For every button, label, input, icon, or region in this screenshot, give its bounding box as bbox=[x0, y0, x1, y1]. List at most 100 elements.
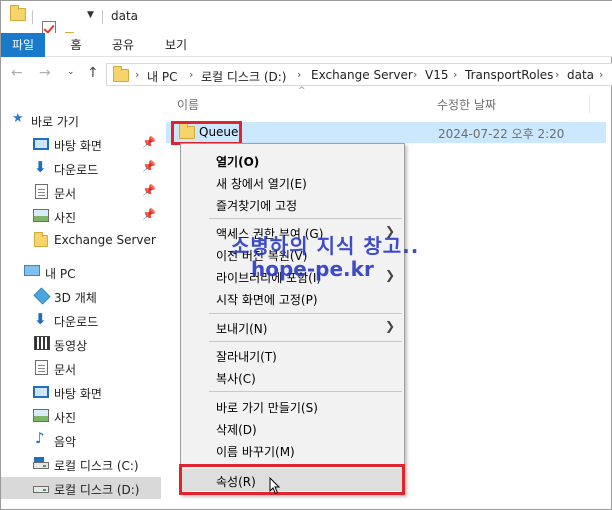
sidebar-item-label: 동영상 bbox=[54, 339, 88, 353]
file-date-modified: 2024-07-22 오후 2:20 bbox=[438, 127, 565, 141]
menu-item-label: 복사(C) bbox=[216, 372, 256, 386]
breadcrumb-v15[interactable]: V15 bbox=[425, 68, 448, 82]
column-header-date-modified[interactable]: 수정한 날짜 bbox=[437, 96, 496, 113]
sidebar-item-label: 로컬 디스크 (D:) bbox=[54, 483, 140, 497]
tab-view[interactable]: 보기 bbox=[161, 33, 191, 57]
sidebar-item-drive-d[interactable]: 로컬 디스크 (D:) bbox=[1, 477, 161, 499]
window-title: data bbox=[111, 9, 139, 23]
menu-separator bbox=[209, 313, 402, 314]
pin-icon[interactable]: 📌 bbox=[142, 184, 156, 197]
sidebar-item-label: 내 PC bbox=[45, 267, 76, 281]
menu-item-delete[interactable]: 삭제(D) bbox=[181, 417, 404, 439]
pictures-icon bbox=[33, 209, 49, 222]
menu-item-rename[interactable]: 이름 바꾸기(M) bbox=[181, 439, 404, 461]
chevron-right-icon[interactable]: › bbox=[413, 68, 417, 81]
menu-item-open-new-window[interactable]: 새 창에서 열기(E) bbox=[181, 171, 404, 193]
quick-access-toolbar-dropdown-icon[interactable]: ▼ bbox=[87, 10, 94, 20]
tab-file[interactable]: 파일 bbox=[1, 33, 45, 57]
chevron-right-icon[interactable]: › bbox=[297, 68, 301, 81]
column-header-name[interactable]: 이름 bbox=[177, 96, 199, 113]
sidebar-item-music[interactable]: ♪ 음악 bbox=[1, 429, 161, 451]
computer-icon bbox=[24, 265, 40, 276]
menu-item-label: 즐겨찾기에 고정 bbox=[216, 199, 298, 213]
column-divider[interactable] bbox=[589, 95, 590, 113]
forward-arrow-icon[interactable]: → bbox=[39, 65, 51, 81]
breadcrumb-drive-d[interactable]: 로컬 디스크 (D:) bbox=[201, 68, 286, 85]
tab-home[interactable]: 홈 bbox=[63, 33, 89, 57]
pin-icon[interactable]: 📌 bbox=[142, 208, 156, 221]
address-bar[interactable]: › 내 PC › 로컬 디스크 (D:) › Exchange Server ›… bbox=[106, 63, 612, 86]
drive-icon bbox=[33, 462, 49, 469]
watermark-url: hope-pe.kr bbox=[251, 257, 374, 281]
sidebar-item-desktop[interactable]: 바탕 화면 📌 bbox=[1, 133, 161, 155]
sidebar-item-drive-c[interactable]: 로컬 디스크 (C:) bbox=[1, 453, 161, 475]
breadcrumb-data[interactable]: data bbox=[567, 68, 594, 82]
sidebar-item-quick-access[interactable]: ★ 바로 가기 bbox=[1, 109, 161, 131]
highlight-box bbox=[179, 464, 405, 495]
sidebar-item-videos[interactable]: 동영상 bbox=[1, 333, 161, 355]
submenu-arrow-icon: ❯ bbox=[385, 268, 396, 282]
chevron-right-icon[interactable]: › bbox=[599, 68, 603, 81]
back-arrow-icon[interactable]: ← bbox=[11, 65, 23, 81]
sidebar-item-label: 사진 bbox=[54, 411, 77, 425]
pin-icon[interactable]: 📌 bbox=[142, 160, 156, 173]
breadcrumb-exchange-server[interactable]: Exchange Server bbox=[311, 68, 413, 82]
pictures-icon bbox=[33, 409, 49, 422]
sidebar-item-label: 3D 개체 bbox=[54, 291, 97, 305]
sidebar-item-downloads[interactable]: ⬇ 다운로드 📌 bbox=[1, 157, 161, 179]
menu-item-open[interactable]: 열기(O) bbox=[181, 149, 404, 171]
videos-icon bbox=[34, 336, 50, 350]
menu-item-label: 삭제(D) bbox=[216, 423, 257, 437]
menu-item-create-shortcut[interactable]: 바로 가기 만들기(S) bbox=[181, 395, 404, 417]
menu-item-label: 보내기(N) bbox=[216, 322, 268, 336]
chevron-right-icon[interactable]: › bbox=[453, 68, 457, 81]
menu-item-label: 잘라내기(T) bbox=[216, 350, 277, 364]
submenu-arrow-icon: ❯ bbox=[385, 319, 396, 333]
menu-item-label: 바로 가기 만들기(S) bbox=[216, 401, 318, 415]
pin-icon[interactable]: 📌 bbox=[142, 136, 156, 149]
sidebar-item-pc-documents[interactable]: 문서 bbox=[1, 357, 161, 379]
menu-item-pin-quick-access[interactable]: 즐겨찾기에 고정 bbox=[181, 193, 404, 215]
menu-item-pin-start[interactable]: 시작 화면에 고정(P) bbox=[181, 287, 404, 309]
sidebar-item-documents[interactable]: 문서 📌 bbox=[1, 181, 161, 203]
menu-item-send-to[interactable]: 보내기(N) ❯ bbox=[181, 316, 404, 338]
chevron-right-icon[interactable]: › bbox=[555, 68, 559, 81]
sidebar-item-pc-downloads[interactable]: ⬇ 다운로드 bbox=[1, 309, 161, 331]
sidebar-item-label: 문서 bbox=[54, 187, 77, 201]
up-arrow-icon[interactable]: ↑ bbox=[87, 65, 99, 81]
navigation-pane: ★ 바로 가기 바탕 화면 📌 ⬇ 다운로드 📌 문서 📌 사진 📌 Excha… bbox=[1, 91, 161, 510]
sidebar-item-exchange-server[interactable]: Exchange Server bbox=[1, 229, 161, 251]
folder-icon bbox=[10, 5, 26, 21]
sidebar-item-this-pc[interactable]: 내 PC bbox=[1, 261, 161, 283]
menu-item-label: 시작 화면에 고정(P) bbox=[216, 293, 318, 307]
chevron-right-icon[interactable]: › bbox=[135, 68, 139, 81]
sidebar-item-label: 음악 bbox=[54, 435, 77, 449]
sidebar-item-3d-objects[interactable]: 3D 개체 bbox=[1, 285, 161, 307]
folder-icon bbox=[34, 232, 48, 247]
breadcrumb-this-pc[interactable]: 내 PC bbox=[147, 68, 177, 85]
sidebar-item-pc-pictures[interactable]: 사진 bbox=[1, 405, 161, 427]
menu-item-copy[interactable]: 복사(C) bbox=[181, 366, 404, 388]
mouse-pointer-icon bbox=[269, 477, 281, 495]
ribbon-tabs: 파일 홈 공유 보기 bbox=[1, 33, 612, 57]
sidebar-item-label: 바로 가기 bbox=[31, 115, 79, 129]
menu-separator bbox=[209, 391, 402, 392]
sidebar-item-label: 로컬 디스크 (C:) bbox=[54, 459, 139, 473]
recent-locations-chevron-icon[interactable]: ⌄ bbox=[67, 67, 75, 77]
menu-separator bbox=[209, 218, 402, 219]
tab-share[interactable]: 공유 bbox=[108, 33, 138, 57]
desktop-icon bbox=[33, 138, 49, 150]
download-icon: ⬇ bbox=[34, 158, 47, 176]
music-icon: ♪ bbox=[35, 429, 45, 447]
menu-separator bbox=[209, 341, 402, 342]
sidebar-item-label: 바탕 화면 bbox=[54, 387, 102, 401]
sidebar-item-pc-desktop[interactable]: 바탕 화면 bbox=[1, 381, 161, 403]
sidebar-item-label: 사진 bbox=[54, 211, 77, 225]
folder-icon bbox=[113, 66, 129, 82]
watermark-text: 소병하의 지식 창고.. bbox=[231, 234, 420, 258]
chevron-right-icon[interactable]: › bbox=[189, 68, 193, 81]
breadcrumb-transportroles[interactable]: TransportRoles bbox=[465, 68, 553, 82]
highlight-box bbox=[171, 121, 242, 145]
sidebar-item-pictures[interactable]: 사진 📌 bbox=[1, 205, 161, 227]
menu-item-cut[interactable]: 잘라내기(T) bbox=[181, 344, 404, 366]
